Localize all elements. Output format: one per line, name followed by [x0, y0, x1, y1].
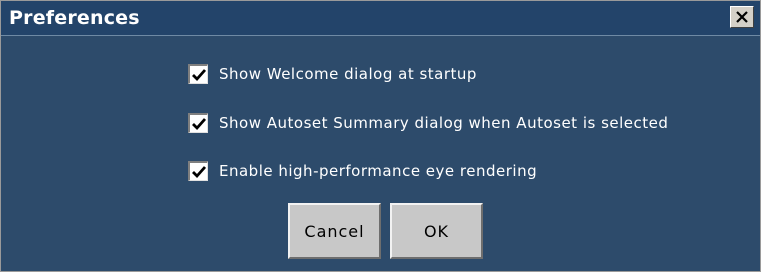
checkmark-icon — [192, 118, 207, 131]
close-button[interactable] — [730, 6, 754, 28]
high-performance-eye-label[interactable]: Enable high-performance eye rendering — [219, 162, 537, 180]
ok-button[interactable]: OK — [390, 203, 483, 259]
dialog-title: Preferences — [9, 7, 140, 29]
show-autoset-summary-checkbox[interactable] — [188, 113, 208, 133]
show-autoset-summary-label[interactable]: Show Autoset Summary dialog when Autoset… — [219, 114, 668, 132]
option-show-welcome[interactable]: Show Welcome dialog at startup — [188, 62, 477, 86]
close-x-icon — [736, 11, 748, 23]
checkmark-icon — [192, 166, 207, 179]
show-welcome-checkbox[interactable] — [188, 64, 208, 84]
checkmark-icon — [192, 69, 207, 82]
high-performance-eye-checkbox[interactable] — [188, 161, 208, 181]
title-bar[interactable]: Preferences — [1, 1, 760, 36]
show-welcome-label[interactable]: Show Welcome dialog at startup — [219, 65, 477, 83]
preferences-dialog: Preferences Show Welcome dialog at start… — [0, 0, 761, 272]
cancel-button[interactable]: Cancel — [288, 203, 381, 259]
option-high-performance-eye[interactable]: Enable high-performance eye rendering — [188, 159, 537, 183]
option-show-autoset-summary[interactable]: Show Autoset Summary dialog when Autoset… — [188, 111, 668, 135]
